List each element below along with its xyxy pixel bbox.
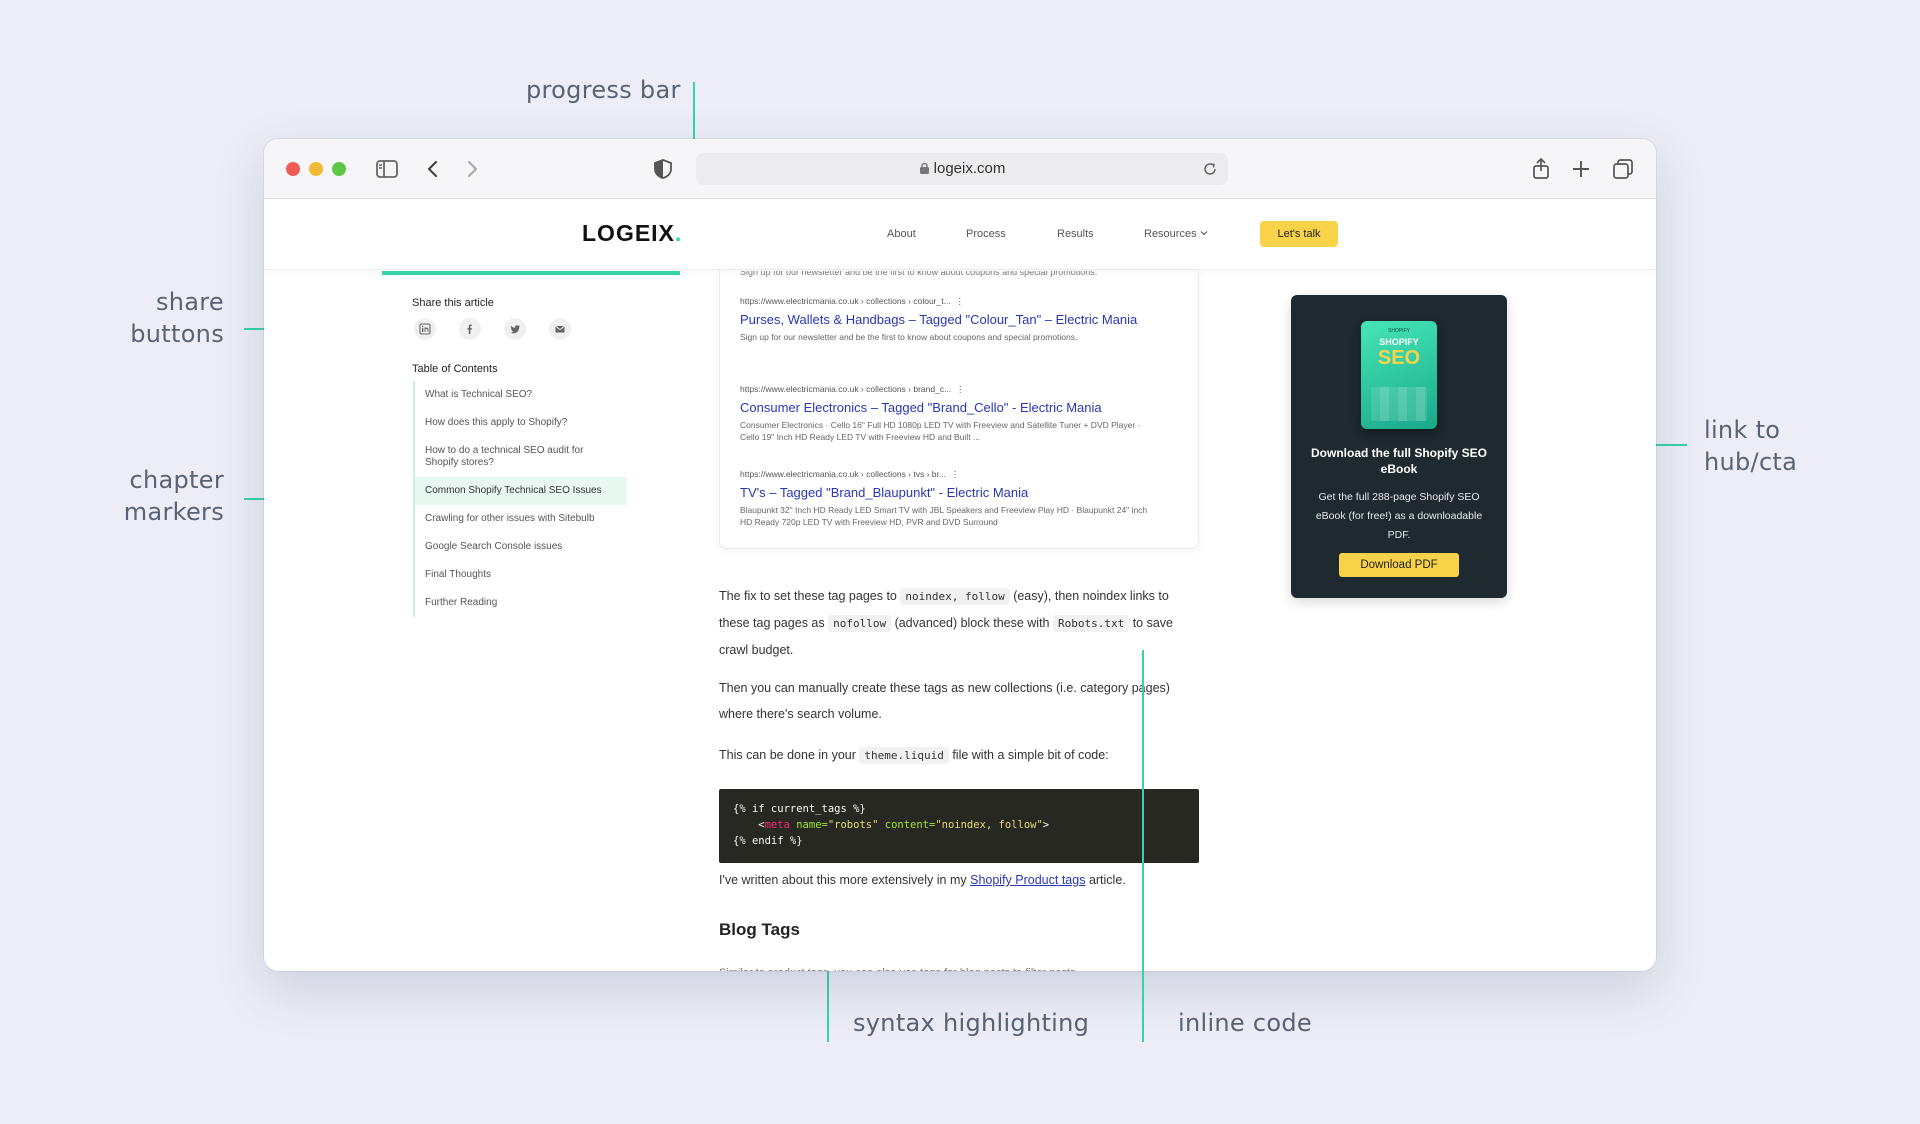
- search-result-desc: Sign up for our newsletter and be the fi…: [740, 332, 1078, 342]
- toc-item-common-issues[interactable]: Common Shopify Technical SEO Issues: [415, 477, 627, 505]
- annotation-cta-line1: link to: [1704, 416, 1781, 444]
- table-of-contents: What is Technical SEO? How does this app…: [413, 381, 627, 617]
- reload-icon[interactable]: [1202, 161, 1218, 177]
- nav-resources-label: Resources: [1144, 228, 1197, 240]
- search-result-title: TV's – Tagged "Brand_Blaupunkt" - Electr…: [740, 485, 1029, 500]
- share-facebook-button[interactable]: [459, 318, 481, 340]
- code-block: {% if current_tags %} <meta name="robots…: [719, 789, 1199, 863]
- annotation-chapter-line1: chapter: [129, 466, 224, 494]
- lock-icon: [919, 162, 929, 174]
- inline-code: noindex, follow: [900, 588, 1010, 605]
- annotation-share-line2: buttons: [130, 320, 224, 348]
- annotation-chapter-line2: markers: [123, 498, 224, 526]
- annotation-share-buttons: share buttons: [124, 286, 224, 350]
- download-pdf-button[interactable]: Download PDF: [1339, 553, 1459, 577]
- heading-blog-tags: Blog Tags: [719, 920, 800, 939]
- annotation-line-inline-code: [1142, 650, 1144, 1042]
- browser-titlebar: logeix.com: [264, 139, 1656, 199]
- results-cut-text: Sign up for our newsletter and be the fi…: [740, 271, 1098, 277]
- toc-item-how-to-audit[interactable]: How to do a technical SEO audit for Shop…: [415, 437, 627, 477]
- minimize-window-button[interactable]: [309, 162, 323, 176]
- share-icon[interactable]: [1528, 156, 1554, 182]
- nav-about[interactable]: About: [887, 228, 916, 240]
- linkedin-icon: [419, 323, 431, 335]
- ebook-title: Download the full Shopify SEO eBook: [1311, 446, 1487, 476]
- inline-code: nofollow: [828, 615, 892, 632]
- toc-item-what-is-technical-seo[interactable]: What is Technical SEO?: [415, 381, 627, 409]
- annotation-chapter-markers: chapter markers: [104, 464, 224, 528]
- search-result-title: Consumer Electronics – Tagged "Brand_Cel…: [740, 400, 1102, 415]
- article-paragraph-3: This can be done in your theme.liquid fi…: [719, 747, 1109, 764]
- toc-item-crawling-sitebulb[interactable]: Crawling for other issues with Sitebulb: [415, 505, 627, 533]
- article-cut-text: Similar to product tags, you can also us…: [719, 962, 1189, 971]
- shield-icon[interactable]: [650, 156, 676, 182]
- share-email-button[interactable]: [549, 318, 571, 340]
- facebook-icon: [467, 324, 472, 334]
- lets-talk-button[interactable]: Let's talk: [1260, 221, 1338, 247]
- search-result-desc: Blaupunkt 32" Inch HD Ready LED Smart TV…: [740, 505, 1148, 527]
- ebook-description: Get the full 288-page Shopify SEO eBook …: [1315, 491, 1483, 541]
- zoom-window-button[interactable]: [332, 162, 346, 176]
- annotation-inline-code: inline code: [1178, 1009, 1312, 1037]
- annotation-progress-bar: progress bar: [526, 76, 681, 104]
- cover-word-seo: SEO: [1377, 347, 1421, 369]
- back-icon[interactable]: [420, 156, 446, 182]
- ebook-cover-image: SHOPIFY SHOPIFY SEO: [1361, 321, 1437, 429]
- search-result: https://www.electricmania.co.uk › collec…: [740, 384, 1160, 443]
- logo-text: LOGEIX: [582, 220, 675, 246]
- toc-item-search-console[interactable]: Google Search Console issues: [415, 533, 627, 561]
- search-result-title: Purses, Wallets & Handbags – Tagged "Col…: [740, 312, 1138, 327]
- logo-dot: .: [674, 220, 683, 246]
- sidebar-icon[interactable]: [374, 156, 400, 182]
- cover-illustration: [1371, 387, 1427, 421]
- inline-code: theme.liquid: [859, 747, 949, 764]
- share-twitter-button[interactable]: [504, 318, 526, 340]
- browser-window: logeix.com LOGEIX. About Process Results…: [264, 139, 1656, 971]
- cover-word-shopify: SHOPIFY: [1379, 337, 1419, 347]
- inline-code: Robots.txt: [1052, 615, 1130, 632]
- address-bar[interactable]: logeix.com: [696, 153, 1228, 185]
- search-result-url: https://www.electricmania.co.uk › collec…: [740, 384, 965, 394]
- share-title: Share this article: [412, 297, 494, 309]
- site-logo[interactable]: LOGEIX.: [582, 220, 682, 247]
- forward-icon[interactable]: [459, 156, 485, 182]
- nav-process[interactable]: Process: [966, 228, 1006, 240]
- annotation-share-line1: share: [155, 288, 224, 316]
- email-icon: [555, 326, 565, 333]
- search-result: https://www.electricmania.co.uk › collec…: [740, 469, 1160, 528]
- annotation-link-cta: link to hub/cta: [1704, 414, 1797, 478]
- toc-item-further-reading[interactable]: Further Reading: [415, 589, 627, 617]
- close-window-button[interactable]: [286, 162, 300, 176]
- new-tab-icon[interactable]: [1568, 156, 1594, 182]
- nav-resources[interactable]: Resources: [1144, 228, 1208, 240]
- shopify-product-tags-link[interactable]: Shopify Product tags: [970, 873, 1085, 887]
- toc-item-how-does-this-apply[interactable]: How does this apply to Shopify?: [415, 409, 627, 437]
- search-result-desc: Consumer Electronics · Cello 16" Full HD…: [740, 420, 1141, 442]
- search-result: https://www.electricmania.co.uk › collec…: [740, 296, 1160, 343]
- url-value: logeix.com: [933, 160, 1006, 177]
- twitter-icon: [510, 325, 520, 334]
- article-paragraph-4: I've written about this more extensively…: [719, 873, 1126, 887]
- article-paragraph-1: The fix to set these tag pages to noinde…: [719, 588, 1173, 657]
- cover-small-text: SHOPIFY: [1388, 328, 1410, 334]
- search-results-image: Sign up for our newsletter and be the fi…: [719, 271, 1199, 549]
- annotation-cta-line2: hub/cta: [1704, 448, 1798, 476]
- annotation-syntax-highlighting: syntax highlighting: [853, 1009, 1090, 1037]
- site-header: LOGEIX. About Process Results Resources …: [264, 200, 1656, 270]
- toc-title: Table of Contents: [412, 363, 498, 375]
- article-paragraph-2: Then you can manually create these tags …: [719, 681, 1170, 721]
- share-linkedin-button[interactable]: [414, 318, 436, 340]
- address-text: logeix.com: [696, 153, 1228, 185]
- tabs-icon[interactable]: [1610, 156, 1636, 182]
- search-result-url: https://www.electricmania.co.uk › collec…: [740, 296, 964, 306]
- reading-progress-bar: [382, 271, 680, 275]
- chevron-down-icon: [1200, 231, 1208, 236]
- search-result-url: https://www.electricmania.co.uk › collec…: [740, 469, 960, 479]
- toc-item-final-thoughts[interactable]: Final Thoughts: [415, 561, 627, 589]
- nav-results[interactable]: Results: [1057, 228, 1094, 240]
- ebook-cta-card: SHOPIFY SHOPIFY SEO Download the full Sh…: [1291, 295, 1507, 598]
